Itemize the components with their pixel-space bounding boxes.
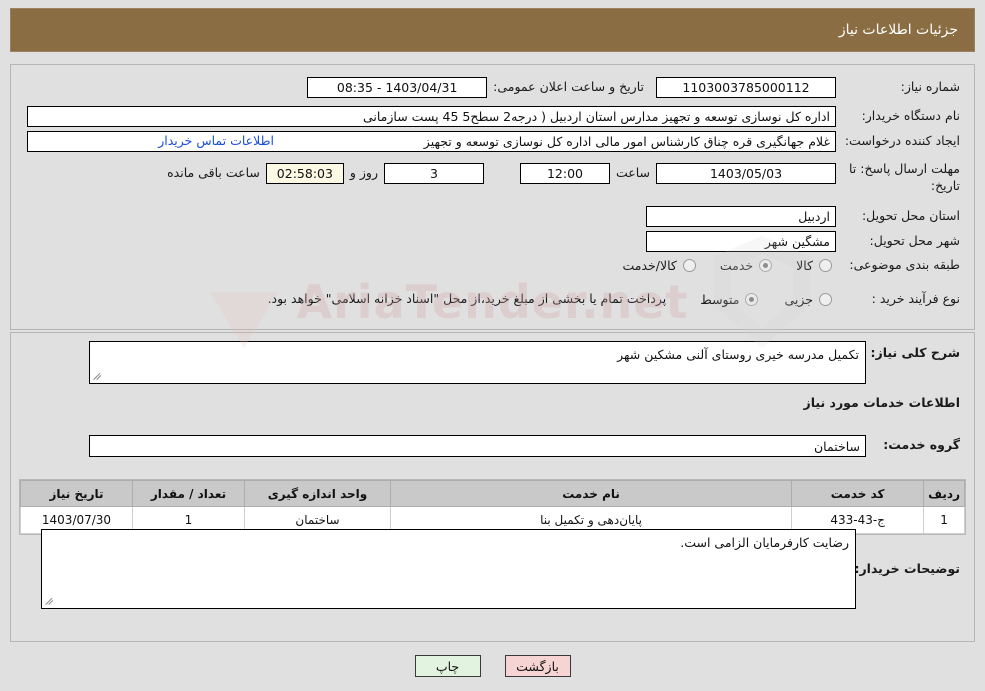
radio-khedmat-icon[interactable] [759, 258, 773, 272]
col-row-no: ردیف [923, 480, 965, 507]
cell-row-no: 1 [923, 506, 965, 534]
category-option-kala-khedmat-label: کالا/خدمت [622, 257, 677, 273]
radio-kala-icon[interactable] [819, 258, 832, 272]
service-group-label-wrap: گروه خدمت: [883, 437, 960, 454]
buyer-contact-link-wrap[interactable]: اطلاعات تماس خریدار [158, 133, 274, 148]
print-button[interactable]: چاپ [414, 655, 481, 677]
process-row: نوع فرآیند خرید : جزیی متوسط پرداخت تمام… [25, 291, 960, 308]
buyer-contact-link[interactable]: اطلاعات تماس خریدار [158, 133, 274, 148]
resize-grip-icon[interactable] [45, 596, 55, 606]
countdown-timer: 02:58:03 [265, 163, 344, 184]
requester-label: ایجاد کننده درخواست: [844, 133, 960, 149]
need-number-value: 1103003785000112 [656, 77, 836, 98]
page-title: جزئیات اطلاعات نیاز [838, 22, 958, 38]
category-option-khedmat-label: خدمت [719, 257, 754, 273]
process-option-jozi-label: جزیی [784, 291, 813, 307]
announce-datetime-label: تاریخ و ساعت اعلان عمومی: [493, 79, 644, 95]
radio-jozi-icon[interactable] [819, 292, 832, 306]
table-header-row: ردیف کد خدمت نام خدمت واحد اندازه گیری ت… [20, 480, 965, 507]
page-root: جزئیات اطلاعات نیاز شماره نیاز: 11030037… [0, 0, 985, 691]
buyer-notes-value: رضایت کارفرمایان الزامی است. [680, 535, 849, 550]
province-row: استان محل تحویل: اردبیل [646, 206, 960, 227]
buyer-org-row: نام دستگاه خریدار: اداره کل نوسازی توسعه… [25, 106, 960, 127]
footer-actions: بازگشت چاپ [0, 649, 985, 683]
remaining-label: ساعت باقی مانده [167, 165, 260, 181]
need-number-label: شماره نیاز: [900, 79, 960, 95]
services-info-heading: اطلاعات خدمات مورد نیاز [803, 395, 961, 410]
need-number-row: شماره نیاز: 1103003785000112 [656, 77, 960, 98]
service-group-value: ساختمان [89, 435, 866, 457]
service-items-table: ردیف کد خدمت نام خدمت واحد اندازه گیری ت… [20, 480, 965, 534]
city-label: شهر محل تحویل: [869, 233, 960, 249]
province-value: اردبیل [646, 206, 836, 227]
col-quantity: تعداد / مقدار [132, 480, 245, 507]
page-header: جزئیات اطلاعات نیاز [10, 8, 975, 52]
general-desc-label: شرح کلی نیاز: [870, 345, 960, 360]
deadline-label: مهلت ارسال پاسخ: تا تاریخ: [849, 161, 960, 193]
category-option-kala-label: کالا [796, 257, 813, 273]
buyer-org-label: نام دستگاه خریدار: [861, 108, 960, 124]
buyer-notes-label-wrap: توضیحات خریدار: [854, 561, 960, 578]
category-label: طبقه بندی موضوعی: [849, 257, 960, 272]
process-note: پرداخت تمام یا بخشی از مبلغ خرید،از محل … [267, 291, 667, 306]
process-option-jozi[interactable]: جزیی [784, 292, 832, 307]
process-label: نوع فرآیند خرید : [871, 291, 960, 306]
need-details-panel: شرح کلی نیاز: تکمیل مدرسه خیری روستای آل… [10, 332, 975, 642]
radio-kala-khedmat-icon[interactable] [682, 258, 696, 272]
service-items-table-wrap: ردیف کد خدمت نام خدمت واحد اندازه گیری ت… [19, 479, 966, 535]
deadline-date-value: 1403/05/03 [656, 163, 836, 184]
service-group-label: گروه خدمت: [883, 437, 960, 452]
hour-label: ساعت [615, 165, 650, 181]
days-and-label: روز و [349, 165, 378, 181]
requester-value: غلام جهانگیری قره چناق کارشناس امور مالی… [27, 131, 836, 152]
col-service-name: نام خدمت [389, 480, 793, 507]
resize-grip-icon[interactable] [93, 371, 103, 381]
process-option-motevaset[interactable]: متوسط [700, 291, 759, 307]
category-option-kala[interactable]: کالا [796, 258, 832, 273]
deadline-row: 1403/05/03 ساعت 12:00 3 روز و 02:58:03 س… [167, 163, 836, 184]
general-desc-label-wrap: شرح کلی نیاز: [871, 345, 960, 362]
category-option-kala-khedmat[interactable]: کالا/خدمت [622, 257, 696, 273]
col-need-date: تاریخ نیاز [20, 480, 133, 507]
general-desc-value: تکمیل مدرسه خیری روستای آلنی مشکین شهر [617, 347, 859, 362]
city-value: مشگین شهر [646, 231, 836, 252]
col-service-code: کد خدمت [791, 480, 925, 507]
city-row: شهر محل تحویل: مشگین شهر [646, 231, 960, 252]
process-option-motevaset-label: متوسط [700, 291, 740, 307]
back-button[interactable]: بازگشت [504, 655, 571, 677]
announce-datetime-row: تاریخ و ساعت اعلان عمومی: 1403/04/31 - 0… [307, 77, 644, 98]
col-unit: واحد اندازه گیری [244, 480, 391, 507]
province-label: استان محل تحویل: [861, 208, 960, 224]
deadline-label-wrap: مهلت ارسال پاسخ: تا تاریخ: [842, 161, 960, 195]
remaining-days-value: 3 [383, 163, 484, 184]
deadline-time-value: 12:00 [519, 163, 610, 184]
general-desc-textarea[interactable]: تکمیل مدرسه خیری روستای آلنی مشکین شهر [89, 341, 866, 384]
buyer-notes-textarea[interactable]: رضایت کارفرمایان الزامی است. [41, 529, 856, 609]
category-row: طبقه بندی موضوعی: کالا خدمت کالا/خدمت [622, 257, 960, 274]
category-option-khedmat[interactable]: خدمت [719, 257, 773, 273]
radio-motevaset-icon[interactable] [745, 292, 759, 306]
buyer-notes-label: توضیحات خریدار: [854, 561, 960, 576]
services-info-heading-wrap: اطلاعات خدمات مورد نیاز [804, 395, 961, 412]
need-summary-panel: شماره نیاز: 1103003785000112 تاریخ و ساع… [10, 64, 975, 330]
buyer-org-value: اداره کل نوسازی توسعه و تجهیز مدارس استا… [27, 106, 836, 127]
announce-datetime-value: 1403/04/31 - 08:35 [307, 77, 488, 98]
